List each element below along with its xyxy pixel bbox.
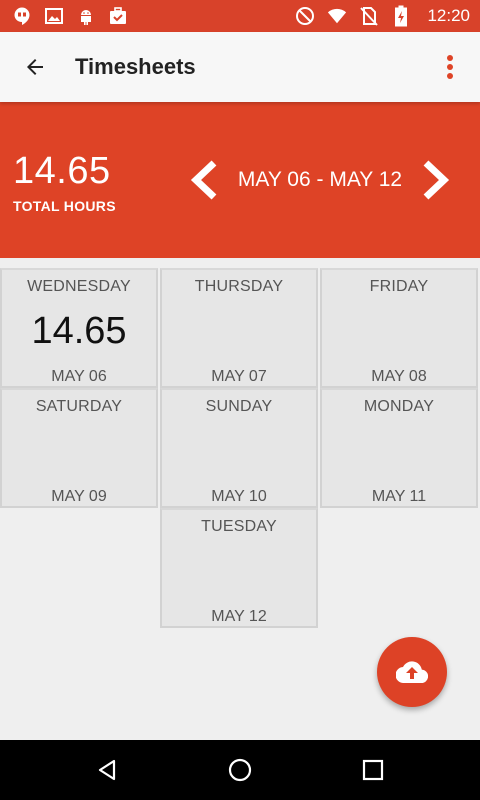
clock: 12:20 bbox=[427, 6, 470, 25]
day-date: MAY 12 bbox=[211, 608, 267, 625]
system-icons: 12:20 bbox=[295, 5, 470, 27]
do-not-disturb-icon bbox=[295, 6, 315, 26]
app-bar: Timesheets bbox=[0, 32, 480, 102]
previous-week-button[interactable] bbox=[186, 158, 222, 202]
arrow-back-icon bbox=[27, 59, 43, 75]
day-hours: 14.65 bbox=[31, 310, 127, 352]
more-vert-icon bbox=[447, 55, 453, 79]
no-sim-icon bbox=[359, 6, 379, 26]
system-nav-bar bbox=[0, 740, 480, 800]
day-date: MAY 09 bbox=[51, 488, 107, 505]
day-date: MAY 11 bbox=[371, 488, 427, 505]
day-date: MAY 06 bbox=[51, 368, 107, 385]
nav-back-button[interactable] bbox=[77, 740, 137, 800]
total-hours-value: 14.65 bbox=[13, 150, 111, 192]
total-hours-label: TOTAL HOURS bbox=[13, 198, 116, 214]
day-tile-friday[interactable]: FRIDAY MAY 08 bbox=[320, 268, 478, 388]
day-date: MAY 07 bbox=[211, 368, 267, 385]
date-range: MAY 06 - MAY 12 bbox=[237, 168, 403, 191]
day-name: SUNDAY bbox=[205, 398, 273, 415]
nav-recents-button[interactable] bbox=[343, 740, 403, 800]
chevron-right-icon bbox=[423, 160, 450, 200]
day-date: MAY 10 bbox=[211, 488, 267, 505]
nav-home-button[interactable] bbox=[210, 740, 270, 800]
hangouts-icon bbox=[12, 6, 32, 26]
day-name: THURSDAY bbox=[194, 278, 284, 295]
cloud-upload-icon bbox=[396, 661, 428, 684]
image-icon bbox=[44, 6, 64, 26]
day-tile-monday[interactable]: MONDAY MAY 11 bbox=[320, 388, 478, 508]
day-name: MONDAY bbox=[363, 398, 435, 415]
upload-fab-button[interactable] bbox=[377, 637, 447, 707]
page-title: Timesheets bbox=[75, 54, 196, 79]
day-tile-sunday[interactable]: SUNDAY MAY 10 bbox=[160, 388, 318, 508]
day-date: MAY 08 bbox=[371, 368, 427, 385]
square-recents-icon bbox=[363, 759, 384, 781]
back-button[interactable] bbox=[0, 32, 70, 102]
android-icon bbox=[76, 6, 96, 26]
day-tile-wednesday[interactable]: WEDNESDAY 14.65 MAY 06 bbox=[0, 268, 158, 388]
week-summary: 14.65 TOTAL HOURS MAY 06 - MAY 12 bbox=[0, 102, 480, 258]
triangle-back-icon bbox=[98, 759, 115, 781]
day-name: SATURDAY bbox=[35, 398, 123, 415]
day-tile-tuesday[interactable]: TUESDAY MAY 12 bbox=[160, 508, 318, 628]
next-week-button[interactable] bbox=[418, 158, 454, 202]
status-bar: 12:20 bbox=[0, 0, 480, 32]
briefcase-icon bbox=[108, 6, 128, 26]
day-name: TUESDAY bbox=[201, 518, 277, 535]
chevron-left-icon bbox=[190, 160, 217, 200]
wifi-icon bbox=[327, 6, 347, 26]
circle-home-icon bbox=[228, 758, 252, 782]
day-name: WEDNESDAY bbox=[27, 278, 131, 295]
day-name: FRIDAY bbox=[369, 278, 429, 295]
day-tile-thursday[interactable]: THURSDAY MAY 07 bbox=[160, 268, 318, 388]
notification-icons bbox=[12, 6, 128, 26]
overflow-menu-button[interactable] bbox=[420, 32, 480, 102]
battery-charging-icon bbox=[391, 5, 411, 27]
day-tile-saturday[interactable]: SATURDAY MAY 09 bbox=[0, 388, 158, 508]
